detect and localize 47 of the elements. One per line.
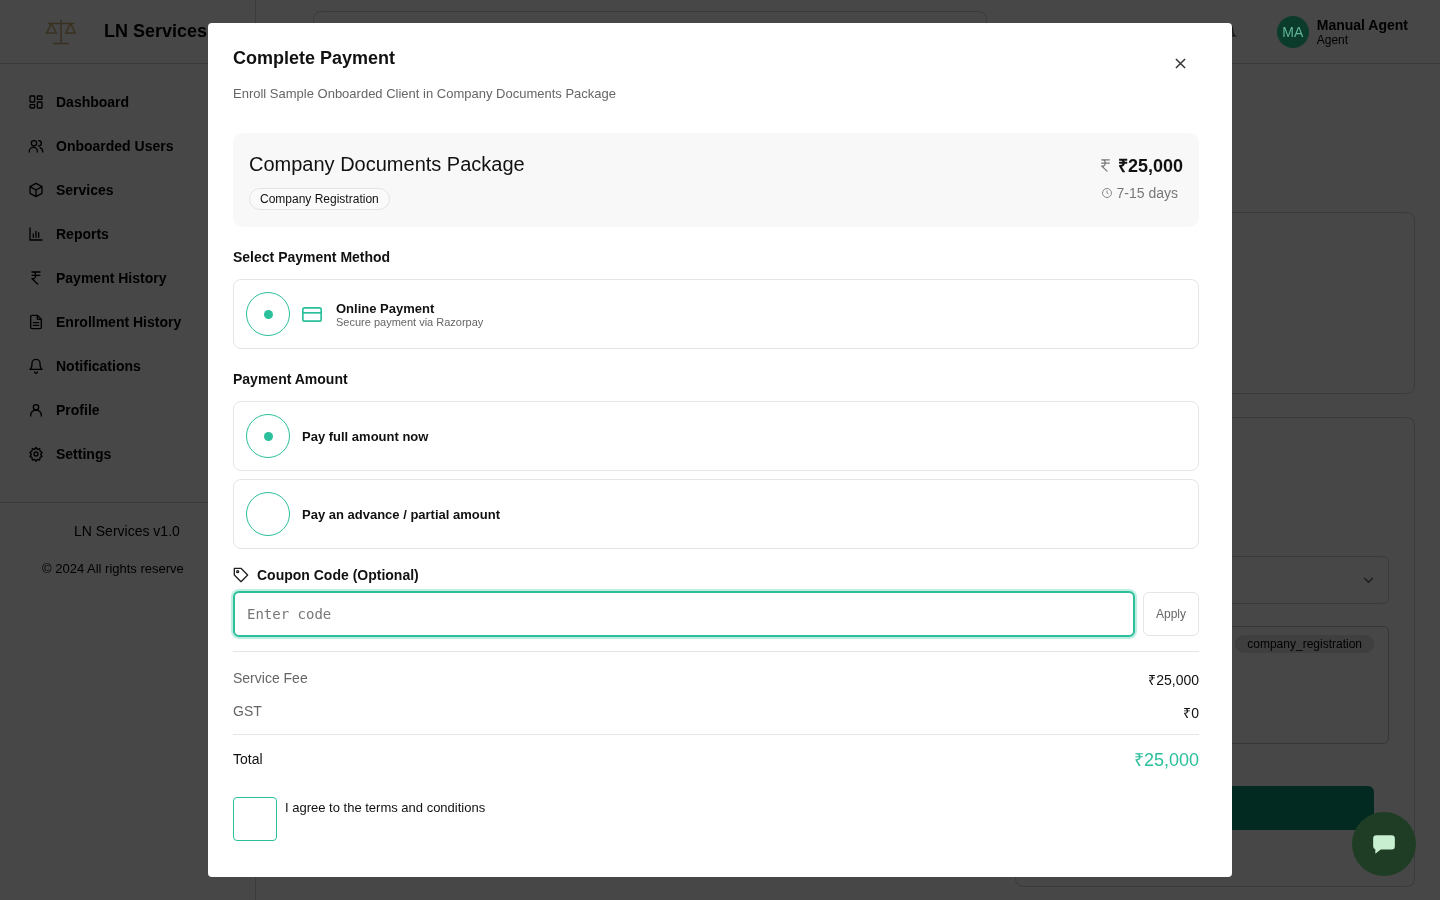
fee-value: ₹25,000 [1148,671,1199,689]
gear-icon [28,446,44,462]
card-icon [302,306,322,322]
fee-label: GST [233,703,262,721]
document-icon [28,314,44,330]
payment-amount-option[interactable]: Pay an advance / partial amount [233,479,1199,549]
apply-button[interactable]: Apply [1143,592,1199,636]
copyright-text: © 2024 All rights reserve [42,561,184,576]
total-value: ₹25,000 [1133,749,1199,771]
brand-name: LN Services [104,21,208,42]
close-icon [1175,58,1186,69]
package-duration: 7-15 days [1116,185,1178,201]
user-role: Agent [1316,32,1350,47]
total-label: Total [233,751,263,767]
user-name: Manual Agent [1316,16,1408,33]
chevron-down-icon [1363,576,1374,584]
category-tag: company_registration [1235,635,1374,653]
coupon-label: Coupon Code (Optional) [257,567,419,583]
package-name: Company Documents Package [249,153,525,176]
option-label: Pay an advance / partial amount [302,506,500,522]
bar-chart-icon [28,226,44,242]
users-icon [28,138,44,154]
section-heading: Select Payment Method [233,249,392,265]
dialog-title: Complete Payment [233,48,397,69]
category-tag: Company Registration [249,188,390,210]
fee-label: Service Fee [233,670,308,688]
payment-amount-option[interactable]: Pay full amount now [233,401,1199,471]
package-price: ₹25,000 [1117,155,1183,177]
option-label: Pay full amount now [302,428,429,444]
section-heading: Payment Amount [233,371,349,387]
rupee-icon [28,270,44,286]
dialog-subtitle: Enroll Sample Onboarded Client in Company Documents Package [233,86,616,101]
bell-icon [28,358,44,374]
cube-icon [28,182,44,198]
coupon-input[interactable]: Enter code [233,591,1135,637]
terms-label: I agree to the terms and conditions [285,800,486,815]
option-subtitle: Secure payment via Razorpay [336,315,484,328]
fee-value: ₹0 [1183,704,1199,722]
user-avatar[interactable]: MA [1276,15,1309,48]
tag-icon [233,567,249,583]
person-icon [28,402,44,418]
grid-icon [28,94,44,110]
terms-checkbox[interactable] [233,797,277,841]
clock-icon [1100,187,1113,199]
payment-method-option[interactable]: Online Payment Secure payment via Razorpay [233,279,1199,349]
option-title: Online Payment [336,300,436,316]
version-text: LN Services v1.0 [74,523,180,539]
